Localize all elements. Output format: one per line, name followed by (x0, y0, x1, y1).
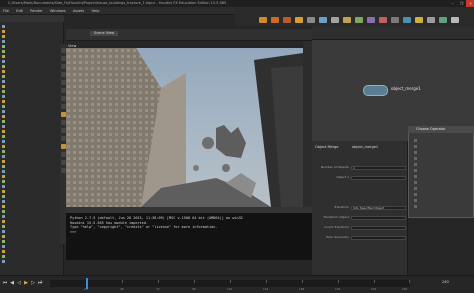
operator-list-item[interactable] (414, 192, 470, 196)
shelf-tool-icon[interactable] (295, 17, 303, 23)
operator-list-item[interactable] (414, 180, 470, 184)
shelf-tool-icon[interactable] (415, 17, 423, 23)
network-editor[interactable] (312, 26, 474, 141)
menu-render[interactable]: Render (27, 7, 45, 15)
parameter-row: Invert Transform (315, 225, 407, 230)
shelf-tool-icon[interactable] (391, 17, 399, 23)
menu-edit[interactable]: Edit (13, 7, 26, 15)
shelf-tool-icon[interactable] (259, 17, 267, 23)
operator-list-item[interactable] (414, 198, 470, 202)
shelf-tool-icon[interactable] (367, 17, 375, 23)
step-forward-icon[interactable]: ▷ (30, 279, 36, 287)
operator-list-item[interactable] (414, 144, 470, 148)
operator-list-item[interactable] (414, 168, 470, 172)
parameter-row: Transform Object (315, 215, 407, 220)
viewport-header: Scene View View (66, 29, 312, 48)
node-label: object_merge1 (391, 86, 421, 91)
network-editor-header (312, 26, 474, 40)
scene-view-tab[interactable]: Scene View (90, 31, 119, 36)
close-button[interactable]: ✕ (466, 0, 474, 7)
shelf-tool-icon[interactable] (319, 17, 327, 23)
console-prompt: >>> (70, 229, 77, 234)
shelf-tool-icon[interactable] (355, 17, 363, 23)
operator-list-item[interactable] (414, 162, 470, 166)
timeline-right-controls: 240 (412, 279, 472, 287)
menu-windows[interactable]: Windows (47, 7, 69, 15)
timeline-cursor[interactable] (86, 278, 88, 289)
operator-list-item[interactable] (414, 204, 470, 208)
shelf-tool-icon[interactable] (343, 17, 351, 23)
3d-viewport[interactable] (66, 48, 303, 207)
shelf-tool-icon[interactable] (283, 17, 291, 23)
minimize-button[interactable]: – (448, 0, 457, 7)
play-icon[interactable]: ▶ (23, 279, 29, 287)
parameter-row: Object 1 (315, 175, 407, 180)
current-frame[interactable]: 1 (40, 280, 42, 284)
shelf-tool-icon[interactable] (403, 17, 411, 23)
shelf-tool-icon[interactable] (451, 17, 459, 23)
window-title: C:/Users/Mark/Documents/Side_Fx/Houdini/… (8, 1, 227, 5)
shelf-tool-icon[interactable] (271, 17, 279, 23)
dialog-title: Choose Operator (408, 126, 474, 133)
operator-list-item[interactable] (414, 138, 470, 142)
parameter-row: Pack Geometry (315, 235, 407, 240)
python-shell[interactable]: Python 2.7.5 (default, Jun 28 2015, 11:3… (66, 213, 312, 260)
shelf-tool-icon[interactable] (379, 17, 387, 23)
shelf-tool-icon[interactable] (331, 17, 339, 23)
menu-assets[interactable]: Assets (70, 7, 87, 15)
parameter-editor: Object Merge object_merge1 Number of Obj… (312, 141, 408, 275)
maximize-button[interactable]: ❐ (457, 0, 466, 7)
shelf-tool-icon[interactable] (427, 17, 435, 23)
shelf-tool-icon[interactable] (439, 17, 447, 23)
step-back-icon[interactable]: ◀ (9, 279, 15, 287)
tree-view-tabs[interactable] (0, 15, 64, 22)
viewport-right-toolbar (303, 41, 312, 207)
parameter-row: Number of Objects 1 (315, 165, 407, 170)
operator-list-item[interactable] (414, 150, 470, 154)
menu-file[interactable]: File (0, 7, 12, 15)
timeline-track[interactable] (50, 280, 410, 287)
operator-list-item[interactable] (414, 186, 470, 190)
shelf-tool-icon[interactable] (307, 17, 315, 23)
operator-list-item[interactable] (414, 174, 470, 178)
end-frame[interactable]: 240 (442, 280, 449, 284)
timeline-tick-labels: 24 48 72 96 120 144 168 192 216 240 (84, 287, 408, 291)
menu-help[interactable]: Help (89, 7, 103, 15)
jump-start-icon[interactable]: ⏮ (2, 279, 8, 287)
window-title-bar: C:/Users/Mark/Documents/Side_Fx/Houdini/… (0, 0, 474, 7)
parameter-header: Object Merge (315, 145, 339, 149)
operator-list-item[interactable] (414, 156, 470, 160)
play-reverse-icon[interactable]: ◁ (16, 279, 22, 287)
viewport-scene (66, 48, 303, 207)
debris (216, 125, 246, 158)
shelf-toolbar (235, 7, 474, 26)
parameter-row: Transform Into Specified Object (315, 205, 407, 210)
parameter-node-name: object_merge1 (352, 145, 379, 149)
network-node[interactable] (363, 85, 388, 96)
